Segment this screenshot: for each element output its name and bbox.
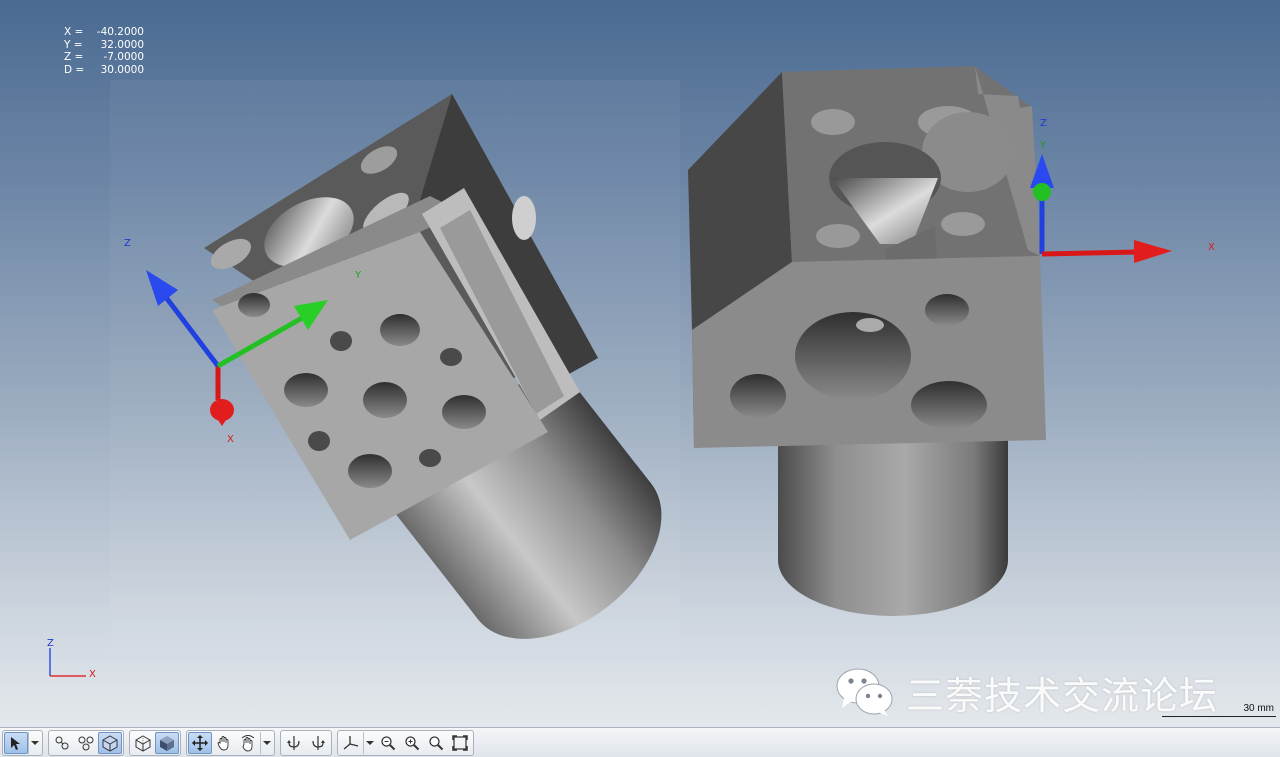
right-model: Z Y X <box>688 66 1215 616</box>
shaded-mode-button[interactable] <box>98 731 122 754</box>
zoom-window-icon <box>429 735 444 750</box>
corner-axis-indicator <box>49 648 86 677</box>
left-y-axis-label: Y <box>354 270 362 281</box>
pan-move-button[interactable] <box>188 731 212 754</box>
dropdown-arrow-icon <box>366 740 374 745</box>
right-y-axis-label: Y <box>1039 140 1047 151</box>
zoom-in-icon <box>405 735 420 750</box>
measure-angle-button[interactable] <box>50 732 74 754</box>
toolbar-group-select <box>2 729 43 756</box>
zoom-out-button[interactable] <box>376 732 400 754</box>
model-scene: Z Y X Z Y X Z X <box>47 66 1215 680</box>
solid-cube-icon <box>160 735 174 751</box>
zoom-out-icon <box>381 735 396 750</box>
toolbar-group-display <box>129 729 181 756</box>
bottom-toolbar <box>0 727 1280 757</box>
axis-triad-button[interactable] <box>339 732 363 754</box>
scale-bar-line <box>1162 716 1276 717</box>
watermark: 三萘技术交流论坛 <box>834 666 1218 718</box>
wireframe-button[interactable] <box>131 732 155 754</box>
dropdown-arrow-icon <box>31 740 39 745</box>
axis-triad-icon <box>343 735 359 749</box>
toolbar-group-measure <box>48 729 124 756</box>
hand-rotate-button[interactable] <box>236 732 260 754</box>
select-cursor-icon <box>11 736 20 750</box>
zoom-in-button[interactable] <box>400 732 424 754</box>
hand-grab-icon <box>217 735 229 750</box>
toolbar-group-view <box>337 729 474 756</box>
measure-angle-icon <box>55 736 69 749</box>
select-tool-button[interactable] <box>4 731 28 754</box>
rotate-right-icon <box>312 735 325 750</box>
rotate-left-button[interactable] <box>282 732 306 754</box>
zoom-window-button[interactable] <box>424 732 448 754</box>
rotate-right-button[interactable] <box>306 732 330 754</box>
wechat-icon <box>836 668 893 716</box>
hand-grab-button[interactable] <box>212 732 236 754</box>
wireframe-cube-icon <box>135 734 151 752</box>
hand-rotate-icon <box>241 734 255 751</box>
shaded-mode-icon <box>102 734 118 752</box>
right-z-axis-label: Z <box>1040 118 1047 129</box>
toolbar-group-navigate <box>186 729 275 756</box>
rotate-left-icon <box>287 735 300 750</box>
view-dropdown[interactable] <box>363 731 376 754</box>
3d-viewport[interactable]: X = -40.2000 Y = 32.0000 Z = -7.0000 D = 30.… <box>0 0 1280 727</box>
corner-x-label: X <box>89 669 96 680</box>
left-z-axis-label: Z <box>124 238 131 249</box>
solid-button[interactable] <box>155 731 179 754</box>
measure-distance-button[interactable] <box>74 732 98 754</box>
scale-bar-label: 30 mm <box>1243 703 1274 714</box>
toolbar-group-rotate <box>280 729 332 756</box>
scale-bar: 30 mm <box>1162 700 1278 718</box>
right-x-axis-label: X <box>1208 242 1215 253</box>
model-axis-triad-right <box>1030 154 1172 263</box>
pan-move-icon <box>192 734 208 751</box>
measure-distance-icon <box>78 736 94 750</box>
corner-z-label: Z <box>47 638 54 649</box>
zoom-fit-icon <box>452 734 468 751</box>
zoom-fit-button[interactable] <box>448 732 472 754</box>
left-x-axis-label: X <box>227 434 234 445</box>
select-dropdown[interactable] <box>28 731 41 754</box>
navigate-dropdown[interactable] <box>260 731 273 754</box>
dropdown-arrow-icon <box>263 740 271 745</box>
